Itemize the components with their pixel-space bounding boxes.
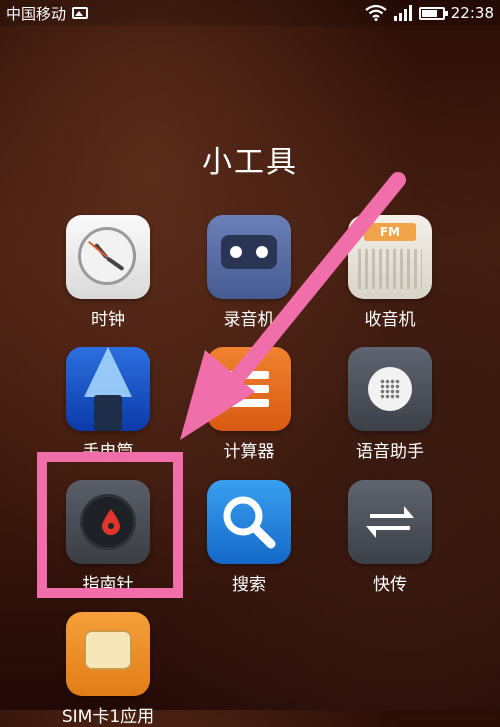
pointer-arrow	[180, 172, 406, 440]
